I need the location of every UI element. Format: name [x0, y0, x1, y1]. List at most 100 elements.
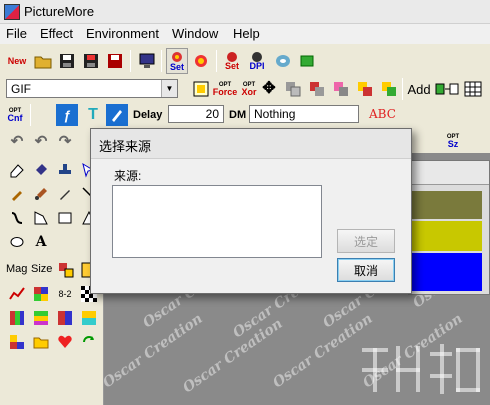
picturemore-app-icon: [4, 4, 20, 20]
new-button[interactable]: New: [6, 50, 28, 72]
layer-button-2[interactable]: [306, 78, 328, 100]
folder-swatch-tool[interactable]: [30, 331, 52, 353]
fill-tool[interactable]: [30, 159, 52, 181]
chevron-down-icon[interactable]: ▼: [161, 80, 177, 97]
menu-help[interactable]: Help: [233, 26, 260, 41]
dropper-tool[interactable]: [6, 183, 28, 205]
italic-text-button[interactable]: ƒ: [56, 104, 78, 126]
text-a-tool[interactable]: A: [30, 231, 52, 253]
rotate-icon: [83, 336, 94, 343]
eraser-tool[interactable]: [6, 159, 28, 181]
brush-icon: [35, 188, 47, 200]
swatch-tool-4[interactable]: [78, 307, 100, 329]
folder-icon: [33, 337, 49, 349]
delay-input[interactable]: 20: [168, 105, 224, 123]
dpi-label: DPI: [249, 61, 265, 71]
rotate-tool[interactable]: [78, 331, 100, 353]
format-select[interactable]: GIF ▼: [6, 79, 178, 98]
layer-button-4[interactable]: [354, 78, 376, 100]
open-folder-button[interactable]: [32, 50, 54, 72]
floppy-multi-icon: [108, 54, 122, 68]
menu-file[interactable]: File: [6, 26, 27, 41]
add-frame-button[interactable]: [434, 78, 460, 100]
dm-select[interactable]: Nothing: [249, 105, 359, 123]
paint-bucket-icon: [36, 164, 47, 175]
resize-icon: [59, 263, 74, 278]
disk-copy-icon: [276, 55, 290, 67]
curve-icon: [11, 212, 23, 224]
swatch-tool-5[interactable]: [6, 331, 28, 353]
opt-cnf-button[interactable]: OPT Cnf: [4, 102, 26, 128]
toolbar-separator: [161, 50, 162, 72]
resize-button[interactable]: [55, 259, 77, 281]
floppy-icon: [60, 54, 74, 68]
redo-button[interactable]: ↷: [54, 130, 76, 152]
menu-effect[interactable]: Effect: [40, 26, 73, 41]
polygon-tool[interactable]: [30, 207, 52, 229]
mag-label[interactable]: Mag: [6, 263, 27, 275]
scale-button[interactable]: 8-2: [54, 283, 76, 305]
clean-button[interactable]: [296, 50, 318, 72]
redo-icon: ↷: [58, 132, 72, 150]
undo-button[interactable]: ↶: [6, 130, 28, 152]
frame-button[interactable]: [190, 78, 212, 100]
layers-yellow2-icon: [382, 82, 396, 96]
opt-xor-label: Xor: [241, 86, 257, 97]
undo-all-button[interactable]: ↶: [30, 130, 52, 152]
move-button[interactable]: ✥: [258, 78, 280, 100]
curve-tool[interactable]: [6, 207, 28, 229]
menu-environment[interactable]: Environment: [86, 26, 159, 41]
heart-tool[interactable]: [54, 331, 76, 353]
eyedropper-icon: [12, 191, 22, 201]
pencil-tool[interactable]: [54, 183, 76, 205]
opt-cnf-label: Cnf: [7, 112, 23, 123]
download-site-logo: [362, 344, 480, 394]
copy-button[interactable]: [272, 50, 294, 72]
brush-clean-icon: [300, 55, 314, 67]
ellipse-tool[interactable]: [6, 231, 28, 253]
layer-button-1[interactable]: [282, 78, 304, 100]
swatch-tool-2[interactable]: [30, 307, 52, 329]
save-all-button[interactable]: [104, 50, 126, 72]
toolbar-separator: [30, 104, 31, 126]
delay-label: Delay: [133, 109, 163, 121]
set-options-button[interactable]: Set: [221, 48, 243, 74]
save-as-button[interactable]: [80, 50, 102, 72]
italic-f-icon: ƒ: [63, 107, 71, 123]
layer-button-3[interactable]: [330, 78, 352, 100]
select-button[interactable]: 选定: [337, 229, 395, 253]
pen-button[interactable]: [106, 104, 128, 126]
rectangle-tool[interactable]: [54, 207, 76, 229]
opt-sz-label: Sz: [447, 138, 459, 149]
menu-window[interactable]: Window: [172, 26, 218, 41]
opt-xor-button[interactable]: OPT Xor: [238, 76, 260, 102]
swatch-tool-1[interactable]: [6, 307, 28, 329]
subwindow-titlebar[interactable]: [409, 161, 489, 185]
size-label[interactable]: Size: [31, 263, 52, 275]
window-title: PictureMore: [24, 4, 95, 19]
color-grid-tool[interactable]: [30, 283, 52, 305]
opt-sz-button[interactable]: OPT Sz: [442, 128, 464, 154]
text-tool-button[interactable]: T: [82, 104, 104, 126]
image-subwindow[interactable]: [408, 160, 490, 295]
abc-button[interactable]: ABC: [369, 107, 396, 121]
swatch-tool-3[interactable]: [54, 307, 76, 329]
add-button[interactable]: Add: [407, 78, 430, 100]
opt-force-label: Force: [212, 86, 238, 97]
save-button[interactable]: [56, 50, 78, 72]
grid-button[interactable]: [462, 78, 484, 100]
cancel-button[interactable]: 取消: [337, 258, 395, 282]
opt-force-button[interactable]: OPT Force: [212, 76, 238, 102]
stamp-tool[interactable]: [54, 159, 76, 181]
effects-button[interactable]: [190, 50, 212, 72]
dpi-button[interactable]: DPI: [246, 48, 268, 74]
dialog-titlebar[interactable]: 选择来源: [91, 129, 411, 159]
monitor-button[interactable]: [136, 50, 158, 72]
layer-button-5[interactable]: [378, 78, 400, 100]
source-list[interactable]: [112, 185, 322, 258]
frame-icon: [193, 81, 209, 97]
brush-tool[interactable]: [30, 183, 52, 205]
chart-tool[interactable]: [6, 283, 28, 305]
heart-icon: [58, 335, 72, 348]
settings-button[interactable]: Set: [166, 48, 188, 74]
